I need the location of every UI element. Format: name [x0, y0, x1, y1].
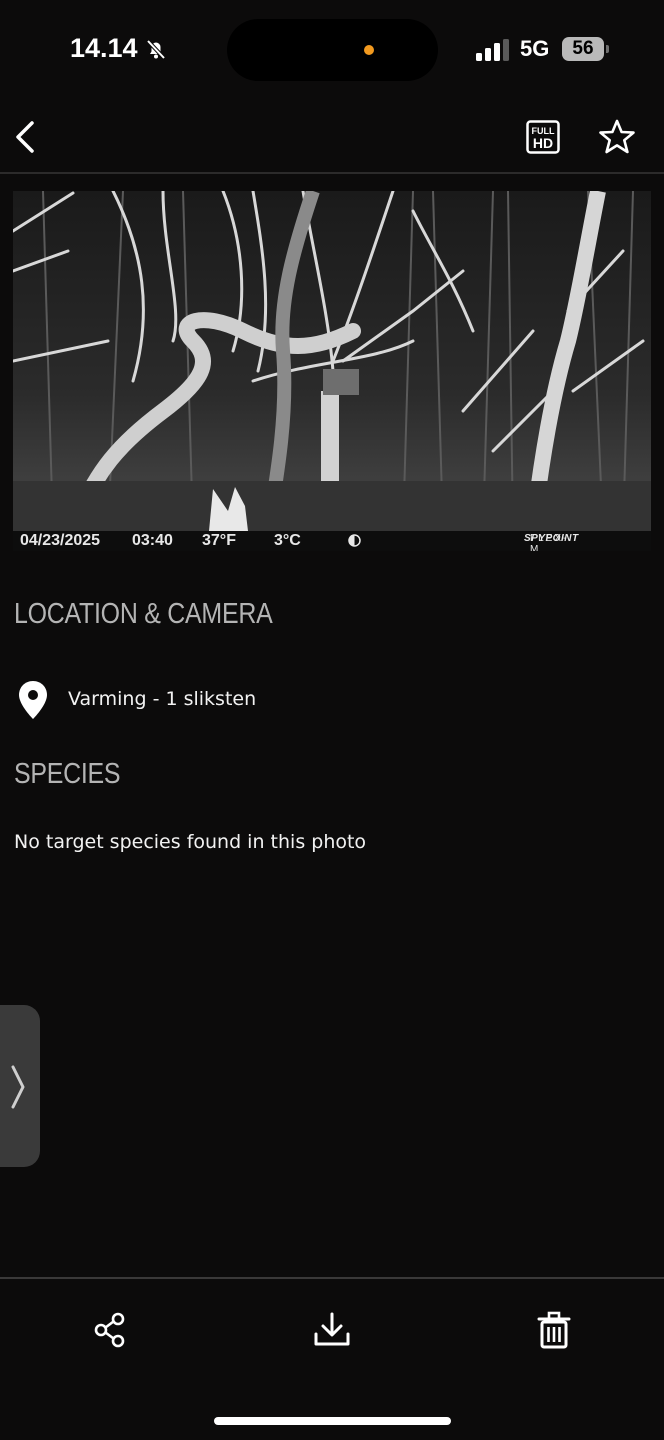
chevron-left-icon	[16, 121, 34, 153]
cellular-signal-icon	[476, 39, 509, 61]
photo-date: 04/23/2025	[20, 532, 101, 549]
status-time: 14.14	[70, 33, 168, 64]
full-hd-button[interactable]: FULL HD	[526, 120, 560, 154]
back-button[interactable]	[10, 117, 44, 157]
photo-temp-f: 37°F	[202, 532, 236, 549]
trail-camera-photo[interactable]: 04/23/2025 03:40 37°F 3°C SPYPOINT FLEX-M	[13, 191, 651, 551]
battery-cap	[606, 45, 609, 53]
photo-temp-c: 3°C	[274, 532, 301, 549]
full-hd-icon: FULL HD	[526, 120, 560, 154]
home-indicator[interactable]	[214, 1417, 451, 1425]
trash-icon	[537, 1311, 571, 1349]
hd-badge-bottom: HD	[533, 135, 553, 151]
photo-info-stamp: 04/23/2025 03:40 37°F 3°C SPYPOINT FLEX-M	[13, 531, 651, 551]
header-divider	[0, 172, 664, 174]
camera-model: FLEX-M	[530, 533, 569, 551]
location-row: Varming - 1 sliksten	[14, 678, 514, 722]
bell-muted-icon	[146, 39, 166, 59]
favorite-button[interactable]	[598, 119, 636, 155]
status-bar: 14.14 5G 56	[0, 0, 664, 100]
toolbar-divider	[0, 1277, 664, 1279]
battery-level: 56	[572, 38, 594, 59]
location-name: Varming - 1 sliksten	[68, 688, 257, 710]
share-button[interactable]	[91, 1310, 131, 1350]
species-message: No target species found in this photo	[14, 831, 367, 853]
privacy-indicator-dot	[364, 45, 374, 55]
clock: 14.14	[70, 33, 138, 63]
side-drawer-handle[interactable]	[0, 1005, 40, 1167]
battery-icon: 56	[562, 37, 604, 61]
dynamic-island	[227, 19, 438, 81]
moon-phase-icon	[348, 534, 361, 551]
download-button[interactable]	[312, 1310, 352, 1350]
header: FULL HD	[0, 100, 664, 173]
star-icon	[599, 119, 635, 154]
chevron-right-icon	[11, 1065, 25, 1109]
download-icon	[314, 1312, 350, 1346]
network-type: 5G	[520, 36, 550, 61]
delete-button[interactable]	[534, 1310, 574, 1350]
location-pin-icon	[19, 681, 47, 719]
location-section-title: LOCATION & CAMERA	[14, 598, 273, 630]
species-section-title: SPECIES	[14, 758, 121, 790]
photo-time: 03:40	[132, 532, 173, 549]
night-forest-image	[13, 191, 651, 531]
share-icon	[94, 1312, 125, 1348]
